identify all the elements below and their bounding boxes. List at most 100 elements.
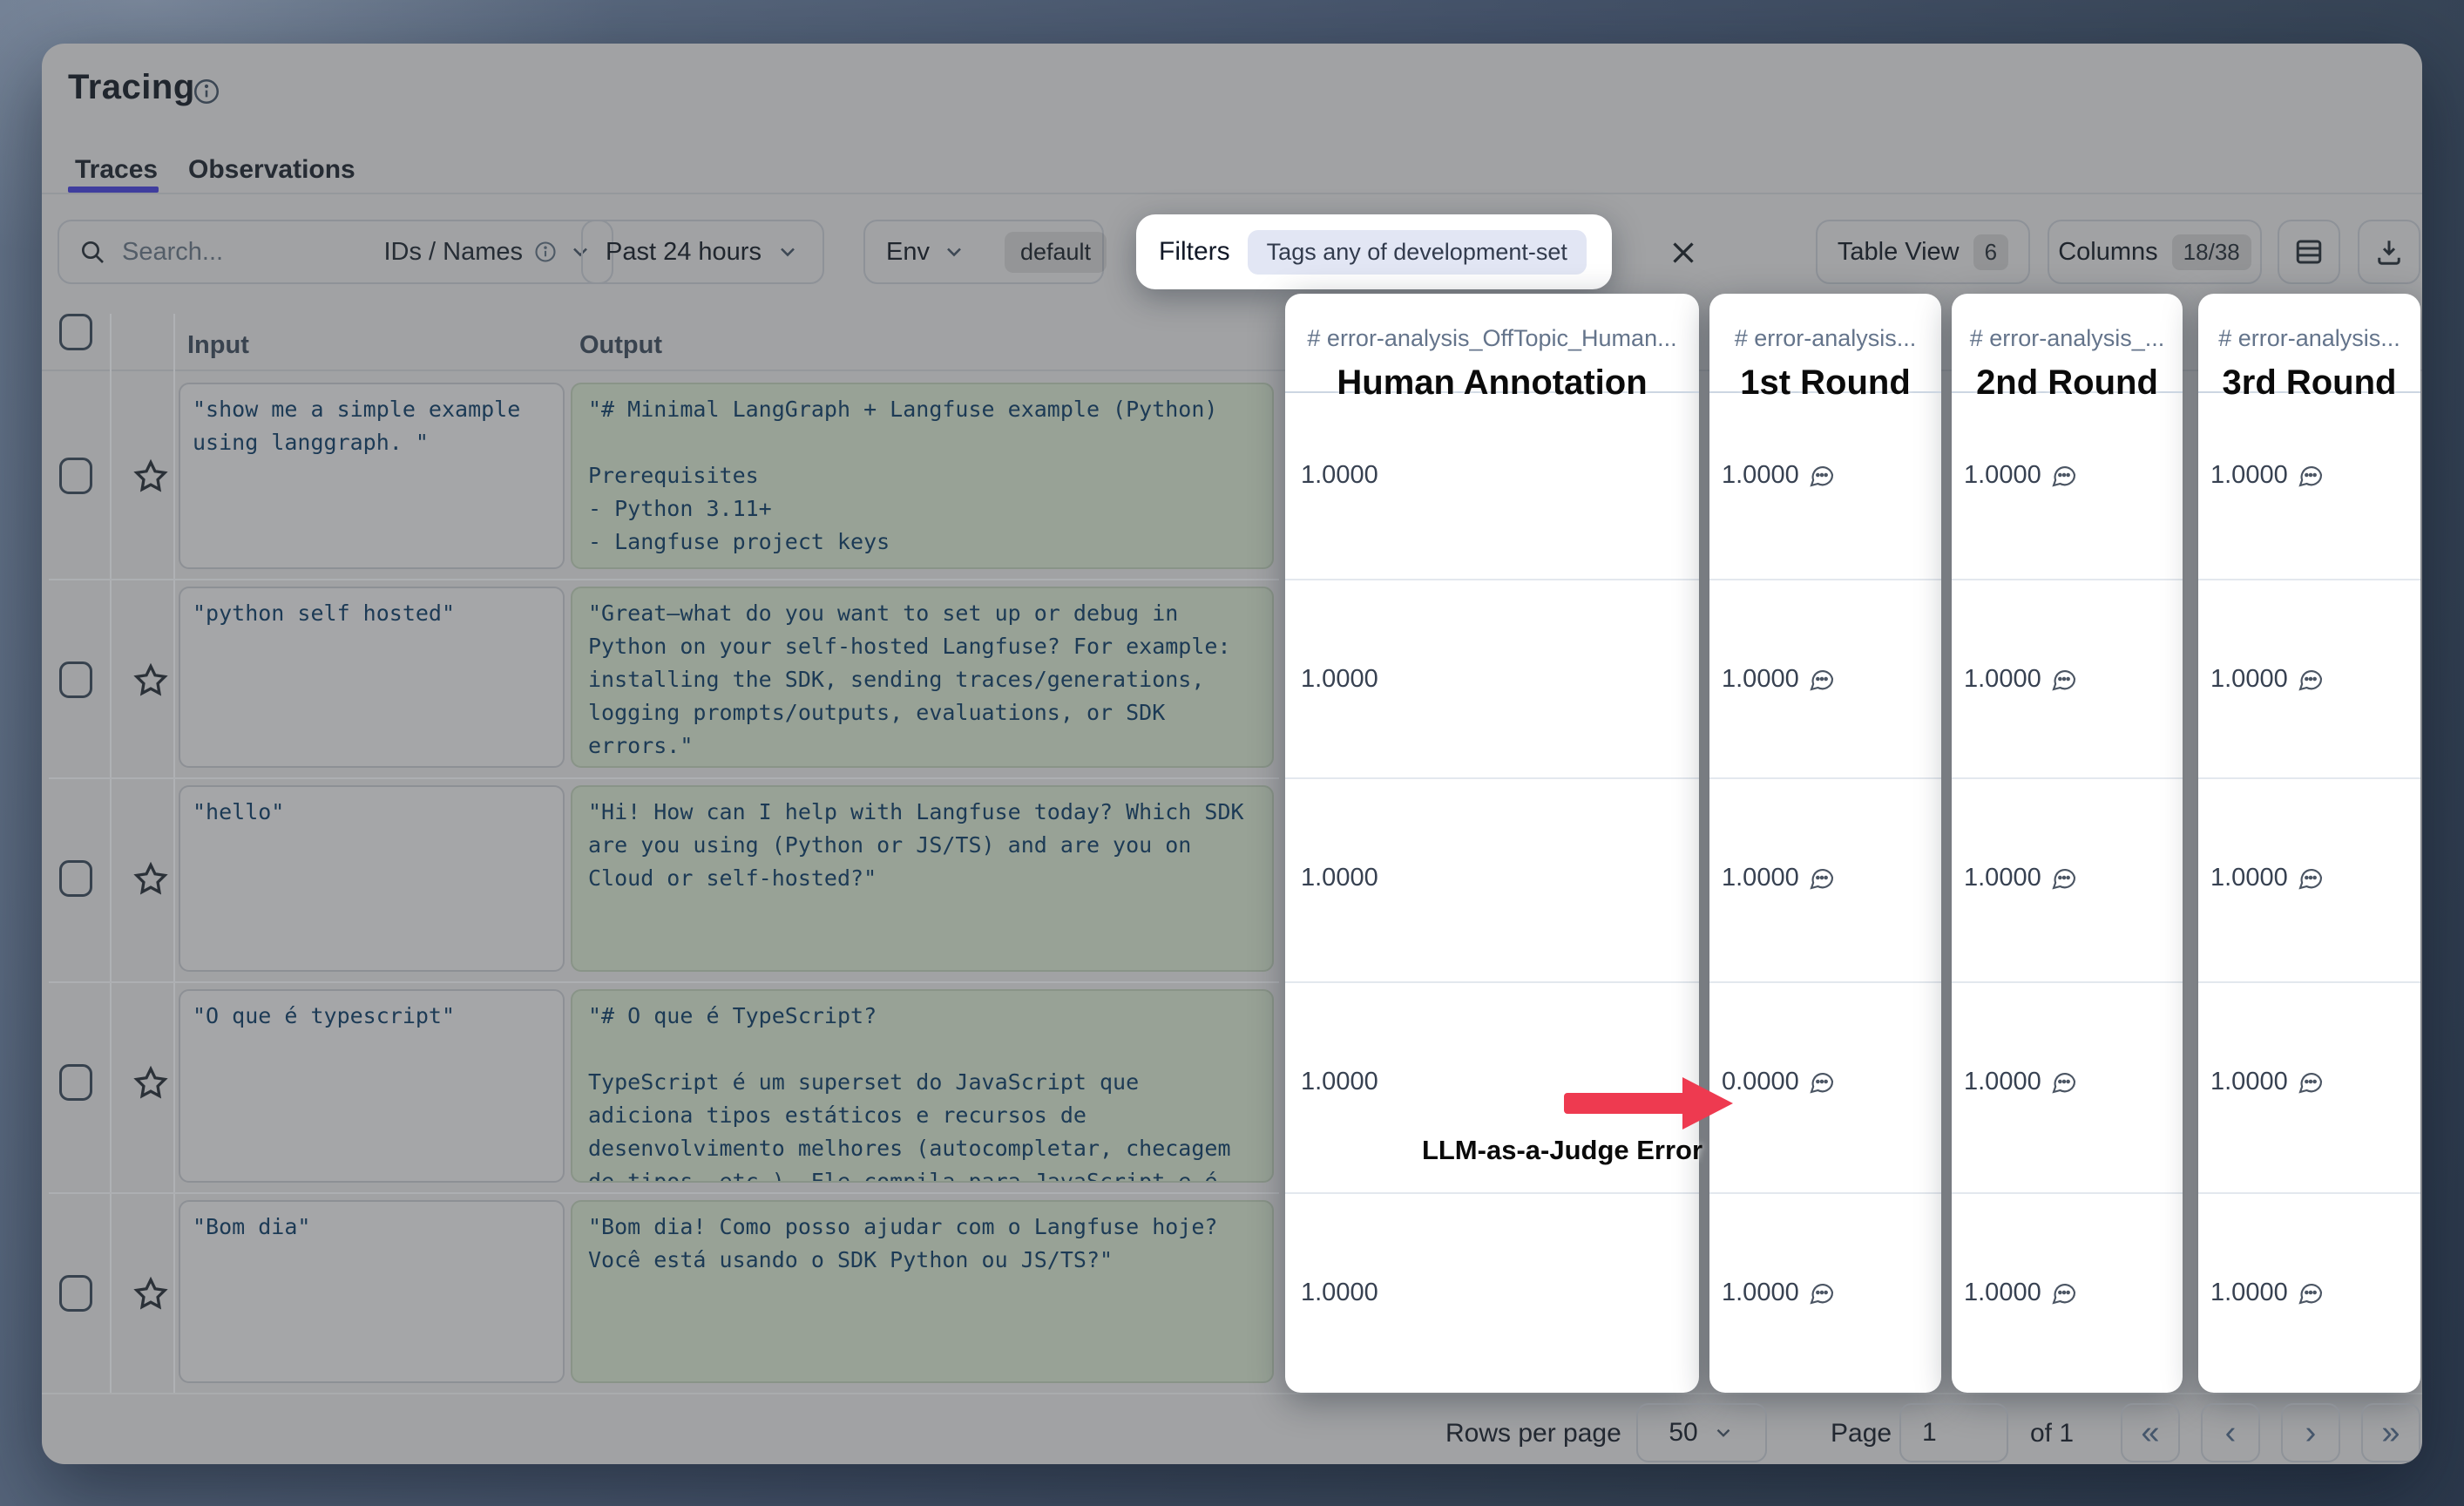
table-row[interactable]: "show me a simple example using langgrap…	[42, 375, 1279, 579]
score-cell: 1.0000	[1964, 1062, 2078, 1101]
chevron-left-icon: ‹	[2225, 1414, 2237, 1452]
score-value: 1.0000	[1964, 461, 2041, 490]
rows-per-page-select[interactable]: 50	[1636, 1403, 1767, 1462]
comment-icon[interactable]	[1808, 864, 1836, 892]
export-button[interactable]	[2358, 220, 2420, 284]
input-cell[interactable]: "O que é typescript"	[179, 989, 565, 1183]
comment-icon[interactable]	[2050, 1068, 2078, 1096]
info-icon[interactable]	[192, 77, 221, 106]
page-number-value: 1	[1922, 1418, 1937, 1448]
output-cell[interactable]: "# Minimal LangGraph + Langfuse example …	[571, 383, 1274, 569]
columns-button[interactable]: Columns 18/38	[2048, 220, 2262, 284]
tracing-window: Tracing Traces Observations Search... ID…	[42, 44, 2422, 1464]
input-cell[interactable]: "Bom dia"	[179, 1200, 565, 1383]
row-checkbox[interactable]	[59, 661, 92, 698]
table-row[interactable]: "O que é typescript" "# O que é TypeScri…	[42, 981, 1279, 1192]
score-column-subtitle: 2nd Round	[1952, 363, 2183, 403]
row-separator	[1709, 579, 1941, 580]
score-cell: 1.0000	[1301, 660, 1378, 698]
page-label: Page	[1831, 1419, 1892, 1448]
comment-icon[interactable]	[2297, 1279, 2325, 1306]
filter-chip[interactable]: Tags any of development-set	[1248, 230, 1587, 275]
env-label: Env	[886, 238, 930, 267]
row-separator	[1709, 1192, 1941, 1194]
star-icon[interactable]	[132, 661, 170, 700]
columns-count-badge: 18/38	[2172, 234, 2251, 270]
row-separator	[1285, 777, 1699, 779]
input-cell[interactable]: "hello"	[179, 785, 565, 972]
score-column-id[interactable]: # error-analysis_...	[1952, 325, 2183, 352]
table-row[interactable]: "hello" "Hi! How can I help with Langfus…	[42, 777, 1279, 981]
comment-icon[interactable]	[1808, 1068, 1836, 1096]
input-cell[interactable]: "python self hosted"	[179, 587, 565, 768]
next-page-button[interactable]: ›	[2281, 1403, 2340, 1462]
comment-icon[interactable]	[1808, 665, 1836, 693]
score-cell: 0.0000	[1722, 1062, 1836, 1101]
score-value: 1.0000	[1301, 1068, 1378, 1096]
comment-icon[interactable]	[2050, 461, 2078, 489]
comment-icon[interactable]	[2050, 1279, 2078, 1306]
comment-icon[interactable]	[1808, 461, 1836, 489]
tab-observations[interactable]: Observations	[188, 155, 355, 185]
output-cell[interactable]: "Bom dia! Como posso ajudar com o Langfu…	[571, 1200, 1274, 1383]
star-icon[interactable]	[132, 860, 170, 899]
star-icon[interactable]	[132, 1275, 170, 1313]
row-checkbox[interactable]	[59, 1275, 92, 1312]
time-range-button[interactable]: Past 24 hours	[581, 220, 824, 284]
comment-icon[interactable]	[2297, 1068, 2325, 1096]
score-value: 1.0000	[1301, 665, 1378, 694]
chevron-down-icon	[775, 240, 800, 264]
row-checkbox[interactable]	[59, 860, 92, 897]
comment-icon[interactable]	[2050, 665, 2078, 693]
output-cell[interactable]: "Hi! How can I help with Langfuse today?…	[571, 785, 1274, 972]
env-value-chip: default	[1005, 232, 1107, 273]
score-cell: 1.0000	[2210, 858, 2325, 897]
score-cell: 1.0000	[1301, 456, 1378, 494]
annotation-arrow	[1564, 1093, 1686, 1114]
score-cell: 1.0000	[1722, 456, 1836, 494]
chevron-down-icon	[1712, 1421, 1735, 1444]
info-icon	[533, 240, 558, 264]
score-cell: 1.0000	[1964, 1273, 2078, 1312]
score-column-3rd-round: # error-analysis... 3rd Round 1.0000 1.0…	[2198, 294, 2420, 1393]
comment-icon[interactable]	[2297, 864, 2325, 892]
filters-button[interactable]: Filters Tags any of development-set	[1136, 214, 1612, 289]
first-page-button[interactable]: «	[2121, 1403, 2180, 1462]
comment-icon[interactable]	[2297, 461, 2325, 489]
select-all-checkbox[interactable]	[59, 314, 92, 350]
env-filter-button[interactable]: Env default	[863, 220, 1104, 284]
star-icon[interactable]	[132, 1064, 170, 1102]
output-cell[interactable]: "# O que é TypeScript? TypeScript é um s…	[571, 989, 1274, 1183]
chevron-down-icon	[942, 240, 966, 264]
score-column-id[interactable]: # error-analysis...	[1709, 325, 1941, 352]
score-value: 1.0000	[1301, 461, 1378, 490]
table-row[interactable]: "Bom dia" "Bom dia! Como posso ajudar co…	[42, 1192, 1279, 1393]
row-separator	[1709, 981, 1941, 983]
score-cell: 1.0000	[2210, 1273, 2325, 1312]
column-header-output: Output	[579, 331, 662, 360]
download-icon	[2373, 236, 2405, 268]
star-icon[interactable]	[132, 458, 170, 496]
output-cell[interactable]: "Great—what do you want to set up or deb…	[571, 587, 1274, 768]
tab-traces[interactable]: Traces	[75, 155, 158, 185]
table-view-button[interactable]: Table View 6	[1816, 220, 2030, 284]
score-cell: 1.0000	[2210, 660, 2325, 698]
input-cell[interactable]: "show me a simple example using langgrap…	[179, 383, 565, 569]
score-column-id[interactable]: # error-analysis_OffTopic_Human...	[1285, 325, 1699, 352]
comment-icon[interactable]	[2050, 864, 2078, 892]
comment-icon[interactable]	[2297, 665, 2325, 693]
search-mode-select[interactable]: IDs / Names	[383, 238, 592, 267]
last-page-button[interactable]: »	[2361, 1403, 2420, 1462]
page-number-input[interactable]: 1	[1899, 1403, 2008, 1462]
comment-icon[interactable]	[1808, 1279, 1836, 1306]
search-input[interactable]: Search... IDs / Names	[58, 220, 613, 284]
row-checkbox[interactable]	[59, 458, 92, 494]
score-column-id[interactable]: # error-analysis...	[2198, 325, 2420, 352]
row-height-button[interactable]	[2278, 220, 2340, 284]
previous-page-button[interactable]: ‹	[2201, 1403, 2260, 1462]
row-checkbox[interactable]	[59, 1064, 92, 1101]
row-separator	[1709, 777, 1941, 779]
table-row[interactable]: "python self hosted" "Great—what do you …	[42, 579, 1279, 777]
clear-filter-button[interactable]	[1664, 234, 1702, 272]
score-value: 1.0000	[1301, 864, 1378, 892]
